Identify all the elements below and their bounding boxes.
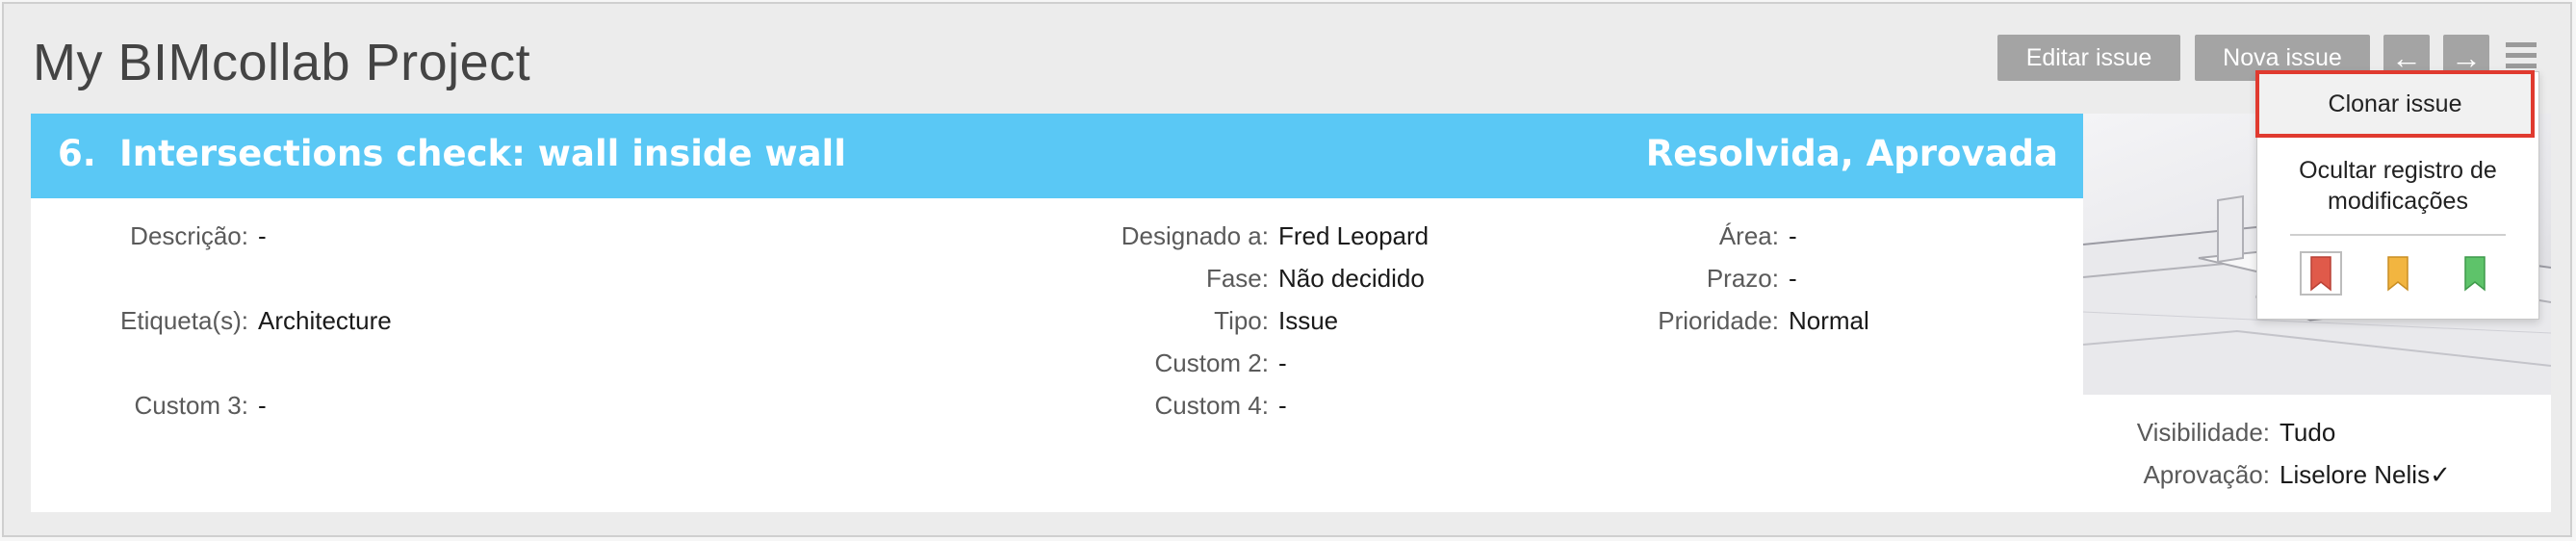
field-label: Prazo:	[1706, 264, 1779, 293]
field-value: -	[1789, 221, 1797, 250]
field-label: Visibilidade:	[2136, 418, 2270, 447]
field-label: Custom 2:	[1154, 348, 1270, 377]
menu-divider	[2290, 234, 2506, 236]
field-value: Tudo	[2280, 418, 2336, 447]
issue-number: 6.	[58, 133, 96, 174]
field-value: -	[258, 391, 267, 420]
field-label: Área:	[1718, 221, 1779, 250]
field-label: Prioridade:	[1658, 306, 1779, 335]
issue-banner: 6. Intersections check: wall inside wall…	[31, 114, 2083, 198]
field-label: Tipo:	[1214, 306, 1269, 335]
field-label: Descrição:	[130, 221, 248, 250]
field-value: Architecture	[258, 306, 392, 335]
yellow-flag-icon[interactable]	[2377, 251, 2419, 296]
field-label: Fase:	[1205, 264, 1269, 293]
field-value: Fred Leopard	[1278, 221, 1430, 250]
edit-issue-button[interactable]: Editar issue	[1997, 35, 2180, 81]
field-value: Normal	[1789, 306, 1869, 335]
issue-status: Resolvida, Aprovada	[1645, 133, 2058, 174]
field-value: -	[1789, 264, 1797, 293]
field-label: Custom 3:	[134, 391, 249, 420]
field-label: Aprovação:	[2143, 460, 2270, 489]
field-value: -	[258, 221, 267, 250]
issue-title: Intersections check: wall inside wall	[119, 133, 846, 174]
field-label: Custom 4:	[1154, 391, 1270, 420]
red-flag-icon[interactable]	[2300, 251, 2342, 296]
field-value: Liselore Nelis✓	[2280, 460, 2451, 489]
field-label: Etiqueta(s):	[120, 306, 248, 335]
field-value: -	[1278, 391, 1287, 420]
field-value: Issue	[1278, 306, 1339, 335]
green-flag-icon[interactable]	[2454, 251, 2496, 296]
issue-card: 6. Intersections check: wall inside wall…	[31, 114, 2551, 512]
project-title: My BIMcollab Project	[33, 34, 531, 91]
hide-change-log-menu-item[interactable]: Ocultar registro de modificações	[2257, 155, 2538, 217]
hamburger-menu-icon[interactable]	[2506, 42, 2537, 71]
options-dropdown-menu: Clonar issue Ocultar registro de modific…	[2255, 70, 2539, 320]
field-value: Não decidido	[1278, 264, 1425, 293]
field-value: -	[1278, 348, 1287, 377]
field-label: Designado a:	[1121, 221, 1269, 250]
clone-issue-menu-item[interactable]: Clonar issue	[2255, 70, 2535, 138]
